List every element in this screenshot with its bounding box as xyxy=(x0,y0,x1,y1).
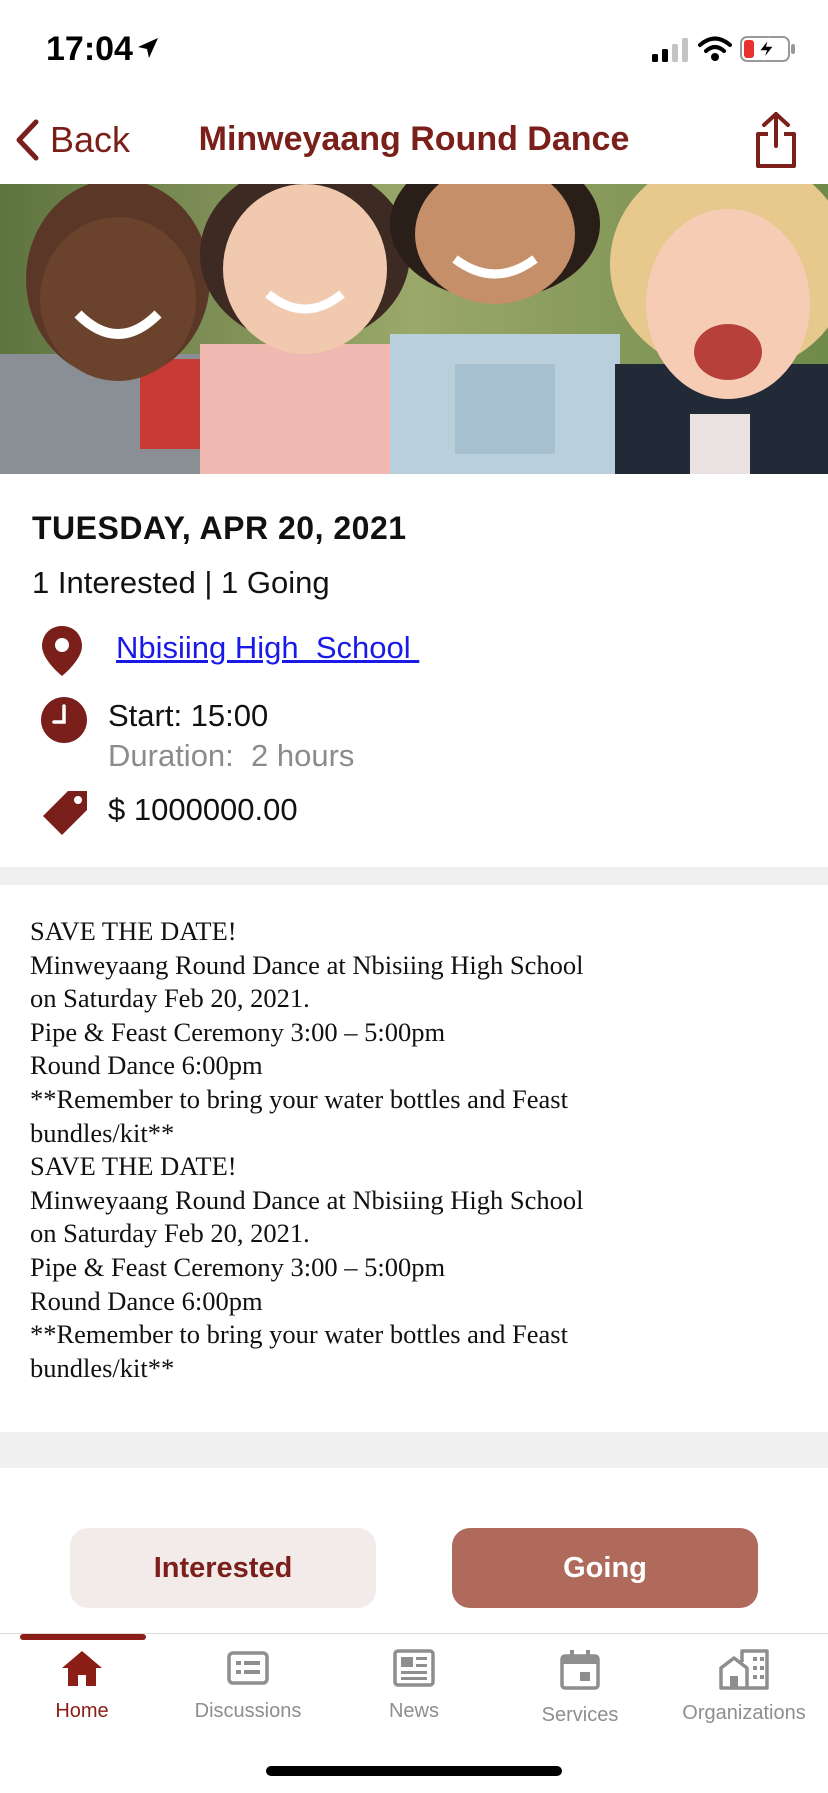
start-time: Start: 15:00 xyxy=(108,698,269,733)
tab-home[interactable]: Home xyxy=(2,1648,162,1748)
share-icon xyxy=(756,112,796,168)
news-icon xyxy=(393,1649,435,1687)
location-link[interactable]: Nbisiing High School xyxy=(116,630,419,666)
tab-label: News xyxy=(388,1700,439,1722)
event-description: SAVE THE DATE! Minweyaang Round Dance at… xyxy=(30,916,584,1383)
location-arrow-icon xyxy=(138,38,158,58)
discussions-icon xyxy=(227,1651,269,1685)
battery-charging-icon xyxy=(740,36,795,62)
tab-label: Home xyxy=(55,1700,109,1722)
price-tag-icon xyxy=(43,791,87,835)
section-divider xyxy=(0,867,828,885)
event-date: TUESDAY, APR 20, 2021 xyxy=(32,510,407,546)
location-row: Nbisiing High School xyxy=(40,622,740,678)
map-pin-icon xyxy=(42,626,82,676)
services-icon xyxy=(560,1650,600,1690)
tab-label: Organizations xyxy=(682,1702,806,1724)
status-bar: 17:04 xyxy=(0,0,828,92)
duration: Duration: 2 hours xyxy=(108,738,355,773)
clock-icon xyxy=(41,697,87,743)
price: $ 1000000.00 xyxy=(108,792,298,827)
active-tab-indicator xyxy=(20,1634,146,1640)
cellular-signal-icon xyxy=(652,38,688,62)
event-hero-image xyxy=(0,184,828,474)
organizations-icon xyxy=(719,1649,769,1690)
nav-bar: Back Minweyaang Round Dance xyxy=(0,92,828,185)
going-button[interactable]: Going xyxy=(452,1528,758,1608)
tab-news[interactable]: News xyxy=(334,1648,494,1748)
attendance-counts: 1 Interested | 1 Going xyxy=(32,565,330,600)
interested-button[interactable]: Interested xyxy=(70,1528,376,1608)
wifi-icon xyxy=(698,36,732,61)
price-row: $ 1000000.00 xyxy=(40,786,740,846)
tab-discussions[interactable]: Discussions xyxy=(168,1648,328,1748)
tab-services[interactable]: Services xyxy=(500,1648,660,1748)
home-indicator xyxy=(266,1766,562,1776)
tab-label: Discussions xyxy=(194,1700,302,1722)
page-title: Minweyaang Round Dance xyxy=(198,120,630,158)
time-row: Start: 15:00 Duration: 2 hours xyxy=(40,694,740,774)
share-button[interactable] xyxy=(754,110,798,175)
status-time: 17:04 xyxy=(46,30,133,68)
tab-organizations[interactable]: Organizations xyxy=(664,1648,824,1748)
tab-label: Services xyxy=(541,1704,619,1726)
section-divider xyxy=(0,1432,828,1468)
home-icon xyxy=(62,1651,102,1686)
